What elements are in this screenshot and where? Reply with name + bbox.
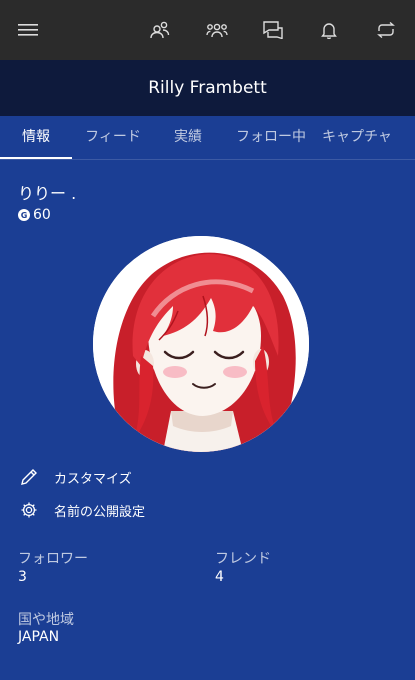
sync-icon[interactable] (370, 14, 402, 46)
hamburger-menu-icon[interactable] (12, 14, 44, 46)
pencil-icon (18, 466, 40, 488)
top-toolbar (0, 0, 415, 60)
profile-name-header: Rilly Frambett (0, 60, 415, 116)
tab-feed[interactable]: フィード (74, 116, 152, 160)
gear-icon (18, 499, 40, 521)
party-icon[interactable] (201, 14, 233, 46)
friends-icon[interactable] (144, 14, 176, 46)
customize-button[interactable]: カスタマイズ (18, 465, 132, 489)
customize-label: カスタマイズ (54, 471, 132, 487)
avatar[interactable] (93, 236, 309, 452)
messages-icon[interactable] (257, 14, 289, 46)
gamerscore: G 60 (18, 207, 51, 223)
tab-bar: 情報 フィード 実績 フォロー中 キャプチャ (0, 116, 415, 160)
tab-captures[interactable]: キャプチャ (322, 116, 412, 160)
name-privacy-label: 名前の公開設定 (54, 504, 146, 520)
region-value: JAPAN (18, 629, 60, 645)
notifications-icon[interactable] (313, 14, 345, 46)
profile-name: Rilly Frambett (148, 78, 267, 98)
tab-following[interactable]: フォロー中 (226, 116, 316, 160)
gamerscore-value: 60 (33, 207, 51, 223)
name-privacy-button[interactable]: 名前の公開設定 (18, 498, 145, 522)
followers-label: フォロワー (18, 551, 88, 567)
friends-count[interactable]: 4 (215, 569, 224, 585)
region-label: 国や地域 (18, 612, 74, 628)
gamerscore-icon: G (18, 209, 30, 221)
tab-divider (0, 159, 415, 160)
active-tab-indicator (0, 157, 72, 159)
followers-count[interactable]: 3 (18, 569, 27, 585)
tab-achievements[interactable]: 実績 (155, 116, 221, 160)
tab-info[interactable]: 情報 (0, 116, 72, 160)
gamertag: りりー . (18, 184, 77, 203)
friends-label: フレンド (215, 551, 271, 567)
